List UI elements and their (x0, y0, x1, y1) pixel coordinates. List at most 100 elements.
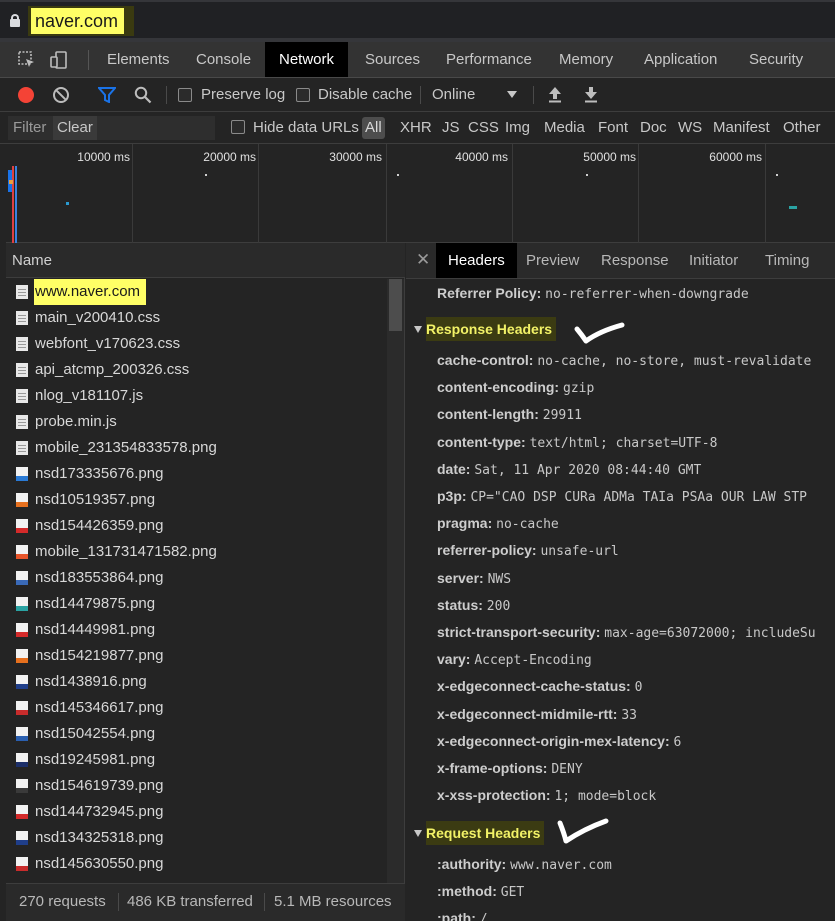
request-name[interactable]: www.naver.com (34, 279, 147, 305)
lock-icon[interactable] (10, 14, 20, 27)
tab-performance[interactable]: Performance (432, 42, 546, 77)
throttling-select[interactable]: Online (432, 78, 475, 112)
request-name[interactable]: webfont_v170623.css (35, 331, 180, 357)
request-list-scrollbar[interactable] (387, 279, 404, 883)
request-name[interactable]: nsd14449981.png (35, 617, 155, 643)
request-name[interactable]: nsd144732945.png (35, 799, 163, 825)
request-row[interactable]: mobile_231354833578.png (6, 435, 386, 461)
request-name[interactable]: nsd154426359.png (35, 513, 163, 539)
tab-headers[interactable]: Headers (436, 243, 517, 278)
search-icon[interactable] (134, 86, 152, 104)
tab-sources[interactable]: Sources (351, 42, 434, 77)
network-overview[interactable]: 10000 ms 20000 ms 30000 ms 40000 ms 5000… (6, 144, 835, 243)
tab-timing[interactable]: Timing (753, 243, 821, 278)
filter-type-ws[interactable]: WS (678, 112, 702, 144)
request-name[interactable]: nsd15042554.png (35, 721, 155, 747)
request-name[interactable]: nsd145346617.png (35, 695, 163, 721)
request-row[interactable]: mobile_131731471582.png (6, 539, 386, 565)
request-name[interactable]: nsd14479875.png (35, 591, 155, 617)
request-name[interactable]: nsd154219877.png (35, 643, 163, 669)
request-name[interactable]: mobile_131731471582.png (35, 539, 217, 565)
filter-type-all[interactable]: All (362, 117, 385, 139)
preserve-log-label[interactable]: Preserve log (201, 78, 285, 112)
hide-data-urls-checkbox[interactable] (231, 120, 245, 134)
request-row[interactable]: nsd134325318.png (6, 825, 386, 851)
request-row[interactable]: nlog_v181107.js (6, 383, 386, 409)
request-row[interactable]: probe.min.js (6, 409, 386, 435)
filter-type-font[interactable]: Font (598, 112, 628, 144)
request-name[interactable]: nlog_v181107.js (35, 383, 143, 409)
request-row[interactable]: nsd154619739.png (6, 773, 386, 799)
request-name[interactable]: nsd134325318.png (35, 825, 163, 851)
filter-type-xhr[interactable]: XHR (400, 112, 432, 144)
request-name[interactable]: nsd1438916.png (35, 669, 147, 695)
filter-placeholder[interactable]: Filter (13, 116, 46, 140)
request-name[interactable]: nsd145630550.png (35, 851, 163, 877)
disable-cache-checkbox[interactable] (296, 88, 310, 102)
tab-security[interactable]: Security (735, 42, 817, 77)
filter-type-manifest[interactable]: Manifest (713, 112, 770, 144)
request-row[interactable]: main_v200410.css (6, 305, 386, 331)
filter-type-doc[interactable]: Doc (640, 112, 667, 144)
record-button[interactable] (18, 87, 34, 103)
request-name[interactable]: mobile_231354833578.png (35, 435, 217, 461)
clear-icon[interactable] (53, 87, 69, 103)
request-name[interactable]: nsd154619739.png (35, 773, 163, 799)
request-row[interactable]: www.naver.com (6, 279, 386, 305)
request-row[interactable]: nsd19245981.png (6, 747, 386, 773)
chevron-down-icon[interactable] (507, 91, 517, 98)
filter-type-other[interactable]: Other (783, 112, 821, 144)
tab-preview[interactable]: Preview (514, 243, 591, 278)
request-row[interactable]: nsd1438916.png (6, 669, 386, 695)
request-row[interactable]: api_atcmp_200326.css (6, 357, 386, 383)
request-row[interactable]: nsd183553864.png (6, 565, 386, 591)
tab-elements[interactable]: Elements (93, 42, 184, 77)
request-row[interactable]: nsd14479875.png (6, 591, 386, 617)
tab-initiator[interactable]: Initiator (677, 243, 750, 278)
request-name[interactable]: probe.min.js (35, 409, 117, 435)
tick-label: 50000 ms (583, 150, 636, 164)
preserve-log-checkbox[interactable] (178, 88, 192, 102)
header-key: :authority: (437, 856, 507, 872)
import-har-icon[interactable] (548, 86, 562, 103)
request-row[interactable]: nsd14449981.png (6, 617, 386, 643)
omnibox[interactable]: naver.com (0, 2, 835, 38)
request-row[interactable]: nsd145346617.png (6, 695, 386, 721)
request-row[interactable]: nsd154426359.png (6, 513, 386, 539)
tab-memory[interactable]: Memory (545, 42, 627, 77)
request-row[interactable]: nsd145630550.png (6, 851, 386, 877)
name-column-header[interactable]: Name (6, 243, 405, 278)
header-key: p3p: (437, 488, 467, 504)
request-row[interactable]: nsd15042554.png (6, 721, 386, 747)
device-toolbar-icon[interactable] (50, 51, 68, 69)
inspect-element-icon[interactable] (18, 51, 36, 69)
export-har-icon[interactable] (584, 86, 598, 103)
request-name[interactable]: api_atcmp_200326.css (35, 357, 189, 383)
request-row[interactable]: nsd144732945.png (6, 799, 386, 825)
request-name[interactable]: nsd173335676.png (35, 461, 163, 487)
request-row[interactable]: webfont_v170623.css (6, 331, 386, 357)
request-row[interactable]: nsd10519357.png (6, 487, 386, 513)
request-name[interactable]: nsd10519357.png (35, 487, 155, 513)
scrollbar-thumb[interactable] (389, 279, 402, 331)
disable-cache-label[interactable]: Disable cache (318, 78, 412, 112)
filter-type-css[interactable]: CSS (468, 112, 499, 144)
header-value: 29911 (542, 408, 582, 424)
close-icon[interactable]: ✕ (416, 250, 430, 270)
request-name[interactable]: main_v200410.css (35, 305, 160, 331)
tab-network[interactable]: Network (265, 42, 349, 77)
request-row[interactable]: nsd154219877.png (6, 643, 386, 669)
request-name[interactable]: nsd19245981.png (35, 747, 155, 773)
hide-data-urls-label[interactable]: Hide data URLs (253, 112, 359, 144)
filter-type-img[interactable]: Img (505, 112, 530, 144)
tab-console[interactable]: Console (182, 42, 265, 77)
filter-type-js[interactable]: JS (442, 112, 460, 144)
filter-clear-button[interactable]: Clear (53, 116, 97, 140)
request-name[interactable]: nsd183553864.png (35, 565, 163, 591)
request-row[interactable]: nsd173335676.png (6, 461, 386, 487)
tab-response[interactable]: Response (589, 243, 681, 278)
filter-icon[interactable] (98, 87, 116, 103)
tab-application[interactable]: Application (630, 42, 731, 77)
filter-type-media[interactable]: Media (544, 112, 585, 144)
url-text[interactable]: naver.com (31, 8, 125, 34)
